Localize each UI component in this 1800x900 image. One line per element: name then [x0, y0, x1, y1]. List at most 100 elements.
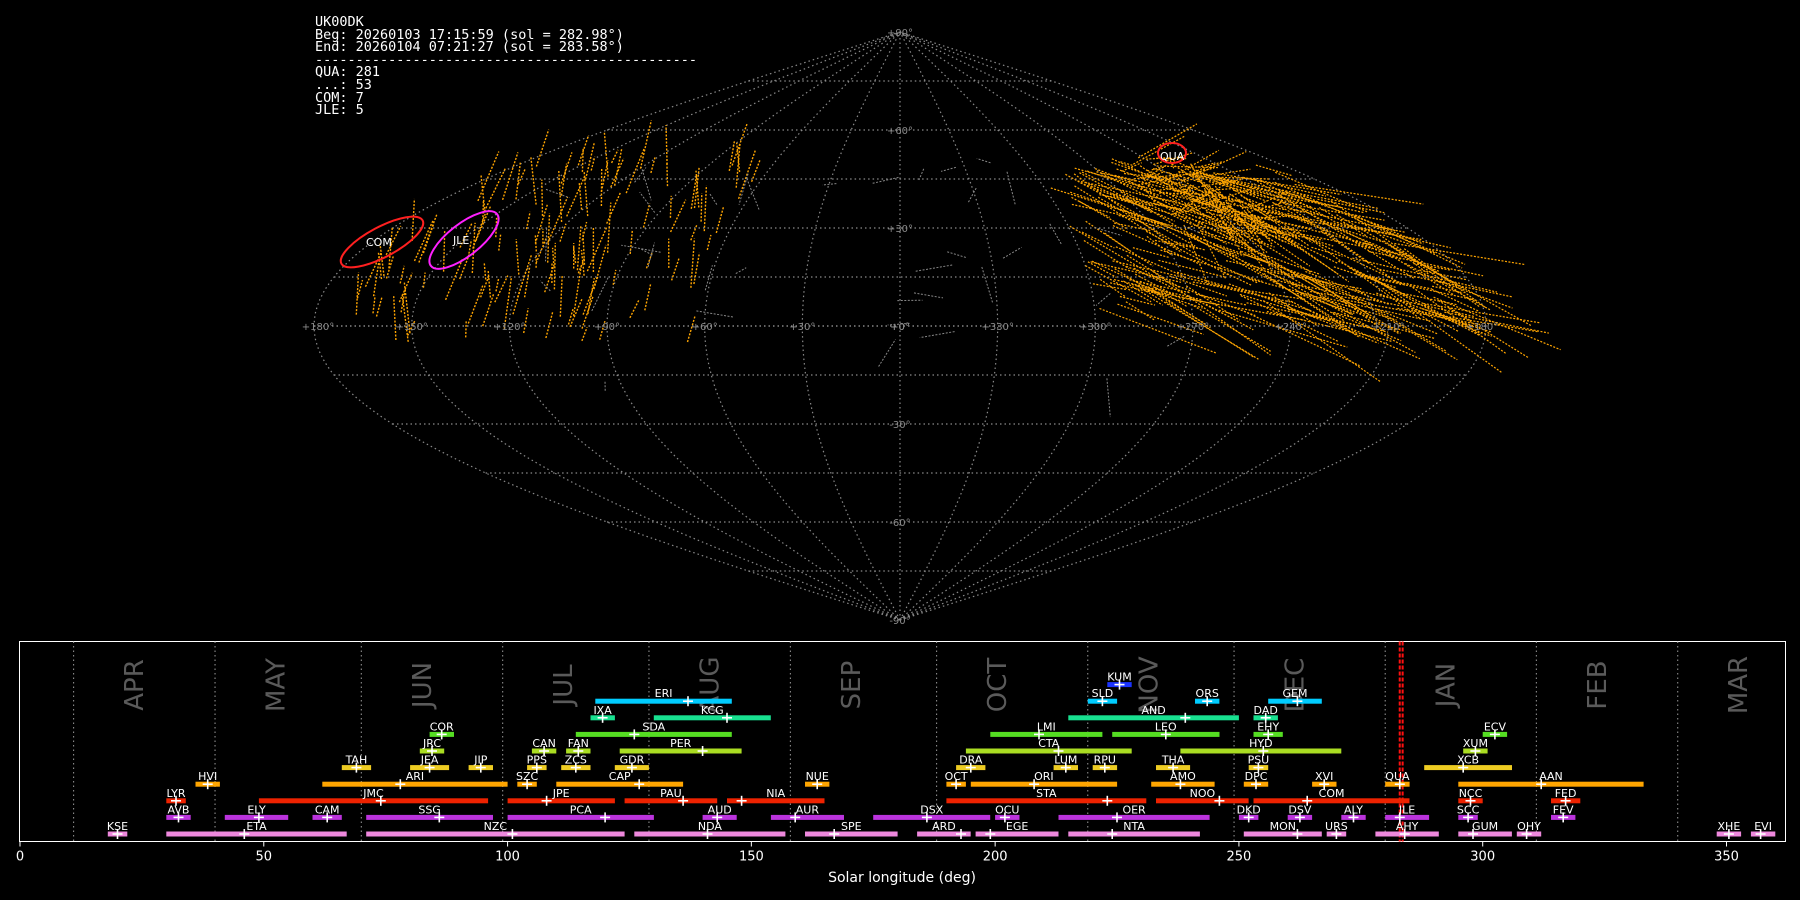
meridian-line	[801, 31, 901, 621]
meteor-trail	[364, 251, 383, 287]
shower-code-label: PPS	[527, 754, 547, 767]
meteor-trail	[483, 262, 487, 280]
meteor-trail	[1419, 269, 1468, 281]
meteor-trail	[1071, 196, 1110, 218]
shower-code-label: JLE	[1398, 803, 1415, 816]
meteor-trail	[1281, 201, 1402, 286]
shower-code-label: LUM	[1054, 754, 1077, 767]
shower-code-label: XCB	[1457, 754, 1479, 767]
meteor-trail	[545, 188, 570, 199]
shower-code-label: AUD	[708, 803, 732, 816]
shower-code-label: ORS	[1196, 687, 1219, 700]
shower-jmc: JMC	[258, 787, 489, 806]
x-tick-label: 0	[16, 850, 24, 865]
shower-hvi: HVI	[195, 770, 220, 790]
shower-code-label: KSE	[107, 820, 128, 833]
shower-nda: NDA	[634, 820, 786, 839]
meteor-trail	[1081, 231, 1115, 249]
month-label-oct: OCT	[983, 658, 1013, 713]
month-label-jul: JUL	[549, 664, 579, 708]
shower-code-label: SZC	[516, 770, 539, 783]
meteor-trail	[1355, 272, 1433, 290]
meteor-trail	[1125, 301, 1155, 321]
meteor-trail	[534, 204, 549, 244]
shower-ors: ORS	[1195, 687, 1220, 707]
shower-leo: LEO	[1112, 720, 1220, 740]
meteor-trail	[372, 295, 376, 314]
shower-code-label: GUM	[1472, 820, 1498, 833]
info-panel: UK00DK Beg: 20260103 17:15:59 (sol = 282…	[315, 15, 697, 117]
shower-code-label: JRC	[422, 737, 441, 750]
shower-code-label: NUE	[806, 770, 829, 783]
shower-gum: GUM	[1458, 820, 1512, 839]
lon-tick-label: +150°	[395, 322, 427, 333]
meteor-trail	[483, 167, 507, 212]
meteor-trail	[940, 166, 957, 172]
meteor-trail	[715, 206, 725, 234]
meteor-trail	[422, 272, 426, 288]
meteor-trail	[639, 191, 656, 213]
meteor-trail	[1090, 261, 1182, 283]
shower-code-label: HYD	[1249, 737, 1272, 750]
meteor-trail	[610, 149, 619, 164]
meteor-trail	[1354, 214, 1463, 269]
shower-kcg: KCG	[653, 704, 771, 723]
meteor-trail	[1291, 283, 1416, 354]
meteor-trail	[1406, 282, 1507, 355]
shower-code-label: ARD	[932, 820, 956, 833]
shower-bars: KUM ERI SLD ORS GEM IXA KCG AND DAD COR SDA LMI LEO E…	[107, 671, 1776, 839]
shower-szc: SZC	[516, 770, 539, 790]
shower-code-label: URS	[1325, 820, 1348, 833]
shower-code-label: NTA	[1123, 820, 1145, 833]
shower-code-label: KUM	[1107, 671, 1131, 684]
shower-code-label: NCC	[1459, 787, 1483, 800]
meteor-trail	[641, 169, 652, 201]
shower-code-label: QUA	[1385, 770, 1410, 783]
shower-code-label: PER	[670, 737, 692, 750]
meteor-trail	[494, 275, 509, 303]
shower-code-label: PAU	[660, 787, 682, 800]
shower-code-label: NDA	[698, 820, 723, 833]
x-axis: 0 50 100 150 200 250 300 350	[16, 841, 1739, 865]
shower-code-label: STA	[1036, 787, 1057, 800]
meteor-trail	[495, 277, 500, 292]
lon-tick-label: +120°	[493, 322, 525, 333]
meteor-trail	[377, 251, 383, 280]
meteor-trail	[572, 266, 582, 317]
meteor-trail	[606, 202, 612, 253]
meteor-trail	[1347, 299, 1481, 326]
shower-dpc: DPC	[1243, 770, 1269, 790]
shower-code-label: ETA	[246, 820, 267, 833]
meteor-trail	[465, 320, 467, 338]
meteor-trail	[735, 267, 747, 275]
meteor-trail	[670, 257, 680, 281]
shower-count-com: COM: 7	[315, 89, 364, 106]
shower-code-label: FED	[1555, 787, 1577, 800]
shower-code-label: NZC	[484, 820, 508, 833]
shower-code-label: LYR	[166, 787, 185, 800]
x-tick-label: 100	[495, 850, 520, 865]
sky-map: +180° +150° +120° +90° +60° +30° +0° +330° +300°…	[302, 28, 1561, 627]
meteor-trail	[1099, 278, 1126, 297]
shower-code-label: CAP	[609, 770, 631, 783]
shower-code-label: DRA	[959, 754, 983, 767]
shower-code-label: PCA	[570, 803, 592, 816]
month-label-mar: MAR	[1724, 656, 1754, 714]
shower-jpe: JPE	[507, 787, 615, 806]
shower-code-label: ELY	[247, 803, 266, 816]
meteor-trail	[746, 177, 760, 210]
meteor-trail	[976, 158, 991, 164]
shower-code-label: AMO	[1170, 770, 1196, 783]
shower-avb: AVB	[166, 803, 191, 823]
shower-code-label: AUR	[796, 803, 820, 816]
x-tick-label: 150	[739, 850, 764, 865]
meteor-trail	[581, 326, 588, 342]
meteor-trail	[551, 247, 555, 267]
shower-lum: LUM	[1053, 754, 1078, 773]
shower-pau: PAU	[624, 787, 718, 806]
shower-code-label: FAN	[568, 737, 589, 750]
shower-code-label: DSX	[920, 803, 943, 816]
shower-ari: ARI	[322, 770, 508, 790]
meteor-trail	[1006, 171, 1016, 206]
meteor-trail	[566, 175, 586, 217]
